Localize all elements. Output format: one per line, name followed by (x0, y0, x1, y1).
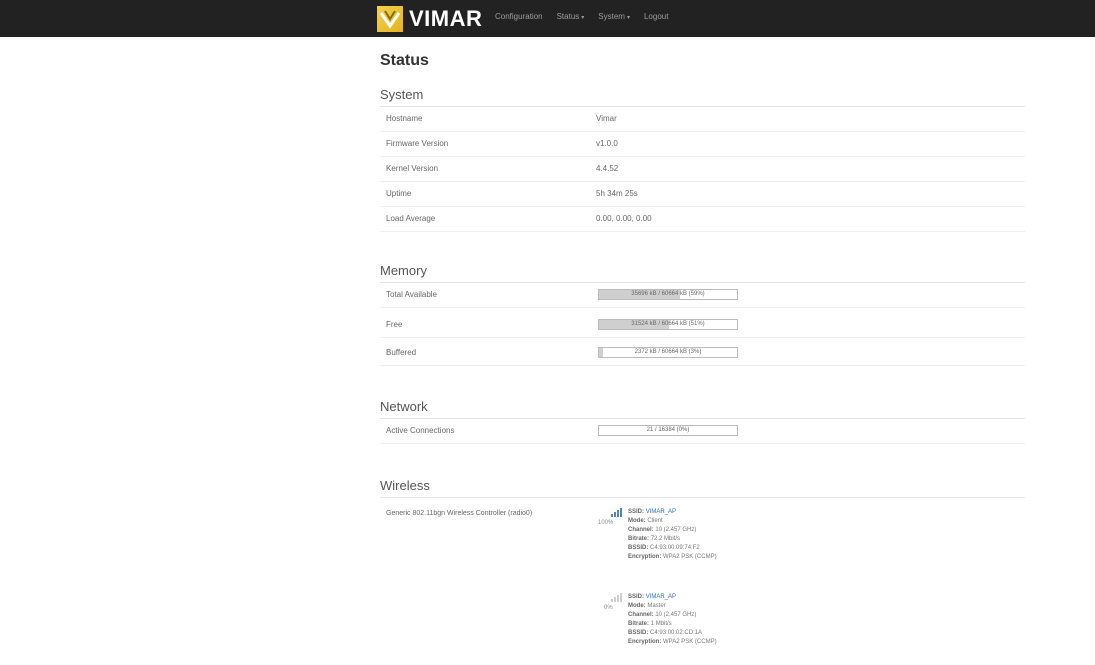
table-row: Firmware Version v1.0.0 (380, 132, 1025, 157)
nav-logout[interactable]: Logout (644, 12, 668, 21)
channel-value: 10 (2.457 GHz) (655, 612, 697, 618)
bitrate-label: Bitrate: (628, 536, 650, 542)
table-row: Load Average 0.00, 0.00, 0.00 (380, 207, 1025, 232)
progress-text: 31524 kB / 60664 kB (51%) (631, 321, 705, 327)
progress-bar: 35696 kB / 60664 kB (59%) (598, 289, 738, 300)
table-row: Uptime 5h 34m 25s (380, 182, 1025, 207)
divider (380, 497, 1025, 498)
caret-down-icon: ▾ (626, 15, 630, 21)
row-label: Hostname (386, 114, 423, 123)
signal-indicator: 100% (598, 508, 630, 526)
encryption-label: Encryption: (628, 639, 662, 645)
progress-text: 2372 kB / 60664 kB (3%) (634, 349, 702, 355)
nav-status-label: Status (556, 12, 580, 21)
channel-value: 10 (2.457 GHz) (655, 527, 697, 533)
row-value: Vimar (596, 114, 617, 123)
row-value: v1.0.0 (596, 139, 618, 148)
nav-configuration[interactable]: Configuration (495, 12, 543, 21)
bitrate-value: 1 Mbit/s (650, 621, 672, 627)
row-value: 0.00, 0.00, 0.00 (596, 214, 652, 223)
table-row: Total Available 35696 kB / 60664 kB (59%… (380, 283, 1025, 308)
row-label: Kernel Version (386, 164, 439, 173)
mode-label: Mode: (628, 603, 646, 609)
table-row: Buffered 2372 kB / 60664 kB (3%) (380, 341, 1025, 366)
section-title-wireless: Wireless (380, 478, 430, 493)
vimar-logo-icon (377, 6, 403, 32)
brand[interactable]: VIMAR (377, 6, 482, 32)
nav-system-label: System (598, 12, 625, 21)
ssid-label: SSID: (628, 509, 645, 515)
nav-system-dropdown[interactable]: System ▾ (598, 12, 630, 21)
ssid-link[interactable]: VIMAR_AP (646, 594, 676, 600)
encryption-label: Encryption: (628, 554, 662, 560)
caret-down-icon: ▾ (581, 15, 585, 21)
progress-text: 21 / 16384 (0%) (646, 427, 690, 433)
row-label: Firmware Version (386, 139, 449, 148)
bssid-value: C4:93:00:02:CD:1A (650, 630, 703, 636)
channel-label: Channel: (628, 612, 654, 618)
channel-label: Channel: (628, 527, 654, 533)
section-title-memory: Memory (380, 263, 427, 278)
wireless-info: SSID: VIMAR_AP Mode: Master Channel: 10 … (628, 593, 717, 647)
bssid-value: C4:93:00:09:74:F2 (650, 545, 700, 551)
nav-status-dropdown[interactable]: Status ▾ (557, 12, 585, 21)
top-navbar: VIMAR Configuration Status ▾ System ▾ Logo… (0, 0, 1095, 37)
row-label: Uptime (386, 189, 412, 198)
nav-configuration-label: Configuration (495, 12, 543, 21)
encryption-value: WPA2 PSK (CCMP) (663, 639, 717, 645)
mode-value: Client (647, 518, 663, 524)
nav-logout-label: Logout (643, 12, 669, 21)
row-value: 5h 34m 25s (596, 189, 638, 198)
wireless-controller-label: Generic 802.11bgn Wireless Controller (r… (386, 510, 533, 517)
bitrate-value: 72.2 Mbit/s (650, 536, 681, 542)
table-row: Hostname Vimar (380, 107, 1025, 132)
row-label: Total Available (386, 290, 437, 299)
bssid-label: BSSID: (628, 630, 649, 636)
section-title-system: System (380, 87, 424, 102)
row-label: Active Connections (386, 426, 455, 435)
signal-indicator: 0% (604, 593, 630, 611)
ssid-link[interactable]: VIMAR_AP (646, 509, 676, 515)
progress-bar: 21 / 16384 (0%) (598, 425, 738, 436)
bssid-label: BSSID: (628, 545, 649, 551)
signal-percent: 100% (598, 520, 614, 526)
mode-value: Master (647, 603, 666, 609)
table-row: Active Connections 21 / 16384 (0%) (380, 419, 1025, 444)
encryption-value: WPA2 PSK (CCMP) (663, 554, 717, 560)
wireless-info: SSID: VIMAR_AP Mode: Client Channel: 10 … (628, 508, 717, 562)
row-label: Buffered (386, 348, 417, 357)
signal-strength-icon (611, 593, 622, 602)
table-row: Kernel Version 4.4.52 (380, 157, 1025, 182)
brand-name: VIMAR (409, 6, 483, 31)
section-title-network: Network (380, 399, 428, 414)
ssid-label: SSID: (628, 594, 645, 600)
main-nav: Configuration Status ▾ System ▾ Logout (495, 12, 682, 21)
table-row: Free 31524 kB / 60664 kB (51%) (380, 313, 1025, 338)
row-value: 4.4.52 (596, 164, 619, 173)
page-title: Status (380, 52, 429, 69)
signal-strength-icon (611, 508, 622, 517)
row-label: Free (386, 320, 403, 329)
progress-bar: 2372 kB / 60664 kB (3%) (598, 347, 738, 358)
bitrate-label: Bitrate: (628, 621, 650, 627)
progress-bar: 31524 kB / 60664 kB (51%) (598, 319, 738, 330)
mode-label: Mode: (628, 518, 646, 524)
row-label: Load Average (386, 214, 436, 223)
progress-text: 35696 kB / 60664 kB (59%) (631, 291, 705, 297)
